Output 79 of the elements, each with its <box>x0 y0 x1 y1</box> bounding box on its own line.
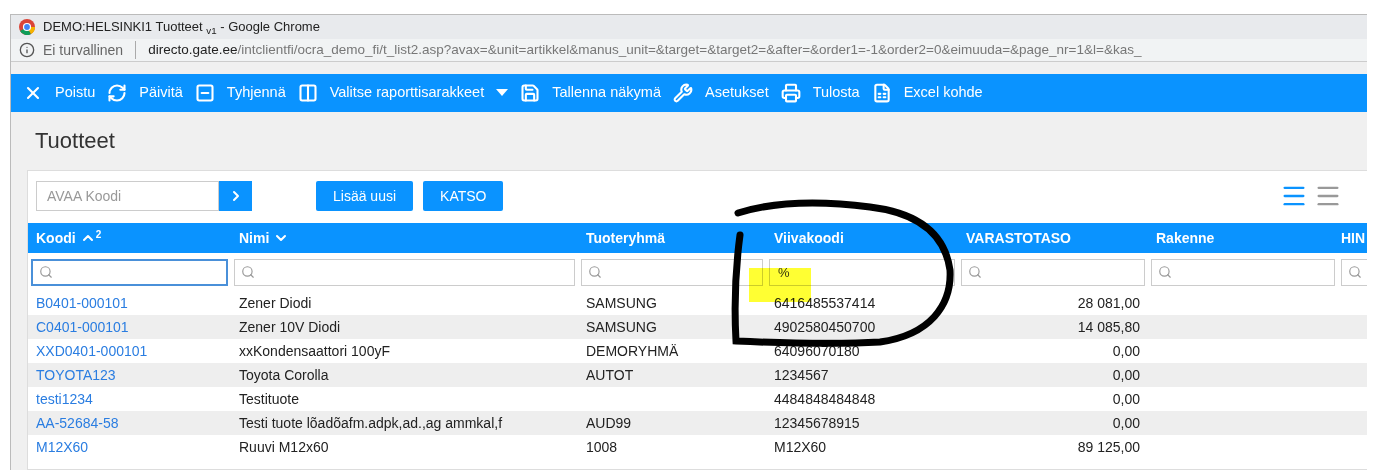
product-code-link[interactable]: TOYOTA123 <box>36 364 116 386</box>
product-code-link[interactable]: M12X60 <box>36 436 89 458</box>
table-cell-text: 0,00 <box>1112 413 1140 433</box>
toolbar-button[interactable]: Tallenna näkymä <box>520 82 661 104</box>
toolbar-button[interactable]: Päivitä <box>107 82 183 104</box>
sort-rank: 2 <box>95 227 102 242</box>
product-code-link[interactable]: XXD0401-000101 <box>36 340 148 362</box>
table-cell-text: 4484848484848 <box>774 389 876 409</box>
spreadsheet-icon <box>871 82 892 103</box>
table-cell-text: 12345678915 <box>774 413 860 433</box>
table-cell-text: AUD99 <box>586 413 632 433</box>
table-cell-text: Ruuvi M12x60 <box>239 437 329 457</box>
table-cell-text: 4902580450700 <box>774 317 876 337</box>
toolbar-button[interactable]: Valitse raporttisarakkeet <box>297 82 509 104</box>
table-cell-text: 6416485537414 <box>774 293 876 313</box>
table-cell-text: Testituote <box>239 389 299 409</box>
table-cell-text: M12X60 <box>774 437 827 457</box>
table-cell-text: 14 085,80 <box>1077 317 1140 337</box>
save-icon <box>520 82 541 103</box>
table-cell-text: 28 081,00 <box>1077 293 1140 313</box>
url-text[interactable]: directo.gate.ee/intclientfi/ocra_demo_fi/t_list2.asp?avax=&unit=artikkel&manus_unit=&target=&target2=&after=&order1=-1&order2=0&eimuuda=&page_nr=1&l=&kas_ <box>148 39 1142 61</box>
info-icon[interactable] <box>19 42 35 59</box>
table-cell-text: Toyota Corolla <box>239 365 329 385</box>
browser-logo-icon <box>19 19 35 36</box>
product-code-link[interactable]: C0401-000101 <box>36 316 129 338</box>
refresh-icon <box>107 82 128 103</box>
table-cell-text: SAMSUNG <box>586 293 657 313</box>
table-cell-text: 1234567 <box>774 365 829 385</box>
table-cell-text: 89 125,00 <box>1077 437 1140 457</box>
caret-icon <box>496 88 509 97</box>
column-header[interactable]: Koodi <box>36 227 76 249</box>
action-button[interactable]: KATSO <box>423 181 504 211</box>
toolbar-button[interactable]: Excel kohde <box>871 82 983 104</box>
table-cell-text: Zener Diodi <box>239 293 312 313</box>
search-icon <box>1348 265 1362 279</box>
wrench-icon <box>673 82 693 103</box>
security-label: Ei turvallinen <box>43 40 124 60</box>
page-title: Tuotteet <box>34 127 116 155</box>
table-cell-text: Testi tuote lõadõafm.adpk,ad.,ag ammkal,f <box>239 413 503 433</box>
toolbar-button[interactable]: Poistu <box>23 82 96 104</box>
filter-field[interactable] <box>1151 258 1335 286</box>
table-cell-text: xxKondensaattori 100yF <box>239 341 390 361</box>
toolbar-button[interactable]: Tulosta <box>780 82 860 104</box>
open-code-field[interactable]: AVAA Koodi <box>36 181 219 211</box>
table-cell-text: 1008 <box>586 437 618 457</box>
table-cell-text: SAMSUNG <box>586 317 657 337</box>
filter-field[interactable] <box>1341 258 1367 286</box>
table-cell-text: 0,00 <box>1112 389 1140 409</box>
window-title: DEMO:HELSINKI1 Tuotteet $_{v1}$ - Google Chrome <box>43 18 320 37</box>
column-header[interactable]: Rakenne <box>1156 227 1215 249</box>
filter-field[interactable] <box>961 258 1145 286</box>
toolbar-button[interactable]: Asetukset <box>673 82 769 104</box>
action-button[interactable]: Lisää uusi <box>316 181 414 211</box>
column-header[interactable]: Tuoteryhmä <box>586 227 666 249</box>
search-icon <box>39 265 53 279</box>
search-icon <box>1158 265 1172 279</box>
columns-icon <box>297 82 318 103</box>
filter-field[interactable] <box>234 258 575 286</box>
column-header[interactable]: Viivakoodi <box>774 227 844 249</box>
product-code-link[interactable]: testi1234 <box>36 388 93 410</box>
column-header[interactable]: Nimi <box>239 227 270 249</box>
toolbar-button[interactable]: Tyhjennä <box>194 82 286 104</box>
minus-square-icon <box>194 82 215 103</box>
filter-field[interactable] <box>31 258 228 286</box>
print-icon <box>780 82 801 103</box>
search-icon <box>241 265 255 279</box>
table-cell-text: DEMORYHMÄ <box>586 341 679 361</box>
table-cell-text: 0,00 <box>1112 365 1140 385</box>
table-cell-text: 0,00 <box>1112 341 1140 361</box>
table-cell-text: 64096070180 <box>774 341 860 361</box>
table-cell-text: Zener 10V Diodi <box>239 317 341 337</box>
product-code-link[interactable]: B0401-000101 <box>36 292 128 314</box>
search-icon <box>588 265 602 279</box>
column-header[interactable]: VARASTOTASO <box>966 227 1071 249</box>
go-button[interactable] <box>219 181 252 211</box>
table-cell-text: AUTOT <box>586 365 634 385</box>
search-icon <box>968 265 982 279</box>
product-code-link[interactable]: AA-52684-58 <box>36 412 119 434</box>
column-header[interactable]: HIN <box>1341 227 1366 249</box>
